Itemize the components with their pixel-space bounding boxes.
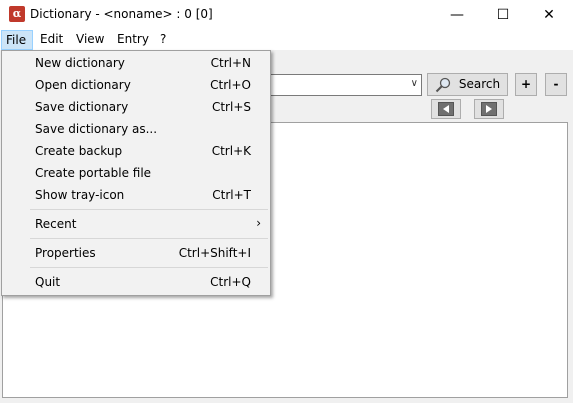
menu-item-create-portable-file[interactable]: Create portable file [2, 162, 270, 184]
menu-separator [30, 209, 268, 210]
menu-item-new-dictionary[interactable]: New dictionary Ctrl+N [2, 52, 270, 74]
menu-item-label: Open dictionary [35, 78, 131, 92]
menu-item-label: Properties [35, 246, 96, 260]
menu-item-shortcut: Ctrl+K [211, 144, 251, 158]
title-bar: α Dictionary - <noname> : 0 [0] — ☐ ✕ [0, 0, 573, 30]
minimize-button[interactable]: — [434, 0, 480, 30]
menu-item-shortcut: Ctrl+N [210, 56, 251, 70]
menu-item-shortcut: Ctrl+T [212, 188, 251, 202]
menu-item-shortcut: Ctrl+Q [210, 275, 251, 289]
menu-item-label: Save dictionary [35, 100, 129, 114]
menu-item-label: Recent [35, 217, 77, 231]
arrow-left-icon [438, 102, 454, 116]
menu-item-label: Create portable file [35, 166, 152, 180]
menu-item-save-dictionary-as[interactable]: Save dictionary as... [2, 118, 270, 140]
menu-separator [30, 267, 268, 268]
menu-item-shortcut: Ctrl+Shift+I [178, 246, 251, 260]
chevron-down-icon[interactable]: ∨ [411, 78, 418, 89]
previous-button[interactable] [431, 99, 461, 119]
menu-bar: File Edit View Entry ? [0, 30, 573, 50]
menu-item-save-dictionary[interactable]: Save dictionary Ctrl+S [2, 96, 270, 118]
menu-item-create-backup[interactable]: Create backup Ctrl+K [2, 140, 270, 162]
app-icon: α [9, 6, 25, 22]
menu-item-label: New dictionary [35, 56, 125, 70]
menu-item-label: Save dictionary as... [35, 122, 158, 136]
arrow-right-icon [481, 102, 497, 116]
window-title: Dictionary - <noname> : 0 [0] [30, 7, 213, 21]
menu-item-quit[interactable]: Quit Ctrl+Q [2, 271, 270, 293]
menu-item-properties[interactable]: Properties Ctrl+Shift+I [2, 242, 270, 264]
search-button-label: Search [458, 77, 501, 91]
menu-item-shortcut: Ctrl+S [211, 100, 251, 114]
menu-item-show-tray-icon[interactable]: Show tray-icon Ctrl+T [2, 184, 270, 206]
menu-file[interactable]: File [1, 30, 33, 50]
menu-item-label: Show tray-icon [35, 188, 125, 202]
search-button[interactable]: Search [427, 73, 508, 96]
menu-item-shortcut: Ctrl+O [210, 78, 251, 92]
chevron-right-icon: › [256, 216, 261, 230]
menu-item-open-dictionary[interactable]: Open dictionary Ctrl+O [2, 74, 270, 96]
menu-item-recent[interactable]: Recent › [2, 213, 270, 235]
remove-button[interactable]: - [545, 73, 567, 96]
next-button[interactable] [474, 99, 504, 119]
menu-view[interactable]: View [72, 30, 108, 50]
menu-edit[interactable]: Edit [36, 30, 67, 50]
add-button[interactable]: + [515, 73, 537, 96]
file-menu-dropdown: New dictionary Ctrl+N Open dictionary Ct… [1, 50, 271, 296]
close-button[interactable]: ✕ [526, 0, 572, 30]
menu-item-label: Create backup [35, 144, 123, 158]
menu-separator [30, 238, 268, 239]
search-combobox[interactable]: ∨ [270, 74, 422, 96]
magnifier-icon [435, 77, 451, 92]
maximize-button[interactable]: ☐ [480, 0, 526, 30]
menu-item-label: Quit [35, 275, 61, 289]
menu-entry[interactable]: Entry [113, 30, 153, 50]
menu-help[interactable]: ? [156, 30, 170, 50]
